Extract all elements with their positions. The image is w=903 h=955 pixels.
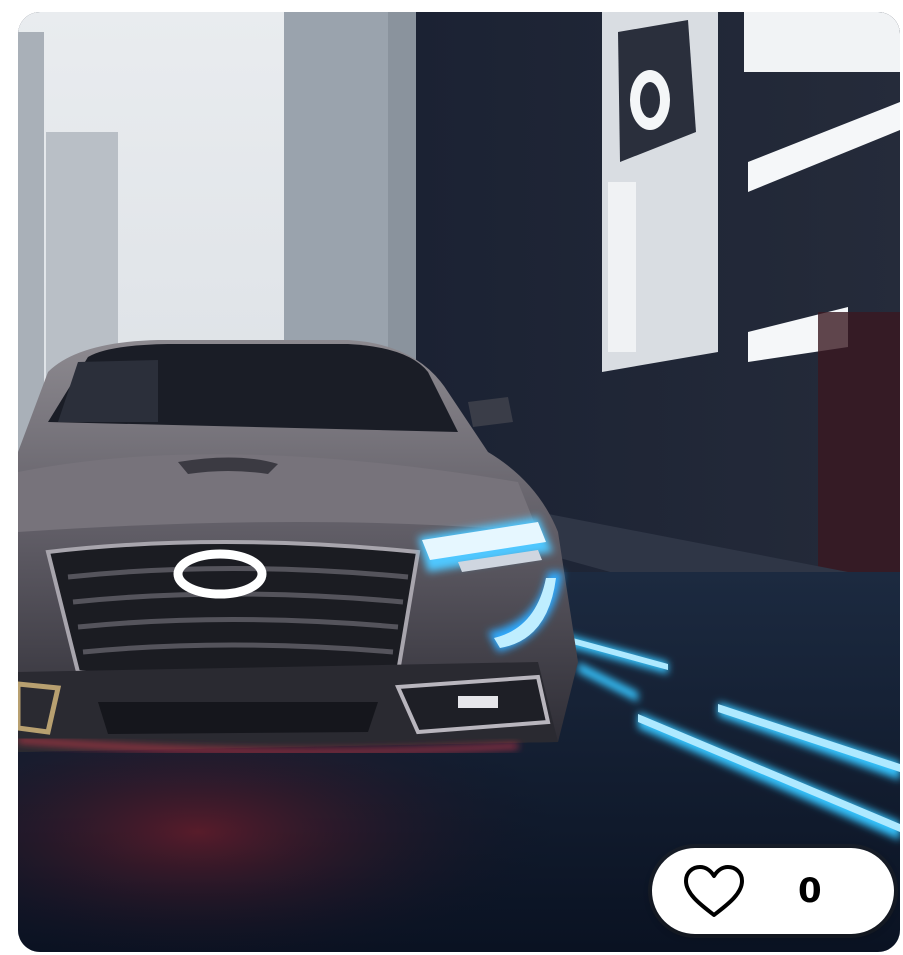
card-image — [18, 12, 900, 952]
image-card[interactable]: 0 — [18, 12, 900, 952]
like-count: 0 — [798, 871, 822, 911]
like-button[interactable]: 0 — [652, 848, 894, 934]
heart-outline-icon — [684, 865, 744, 917]
